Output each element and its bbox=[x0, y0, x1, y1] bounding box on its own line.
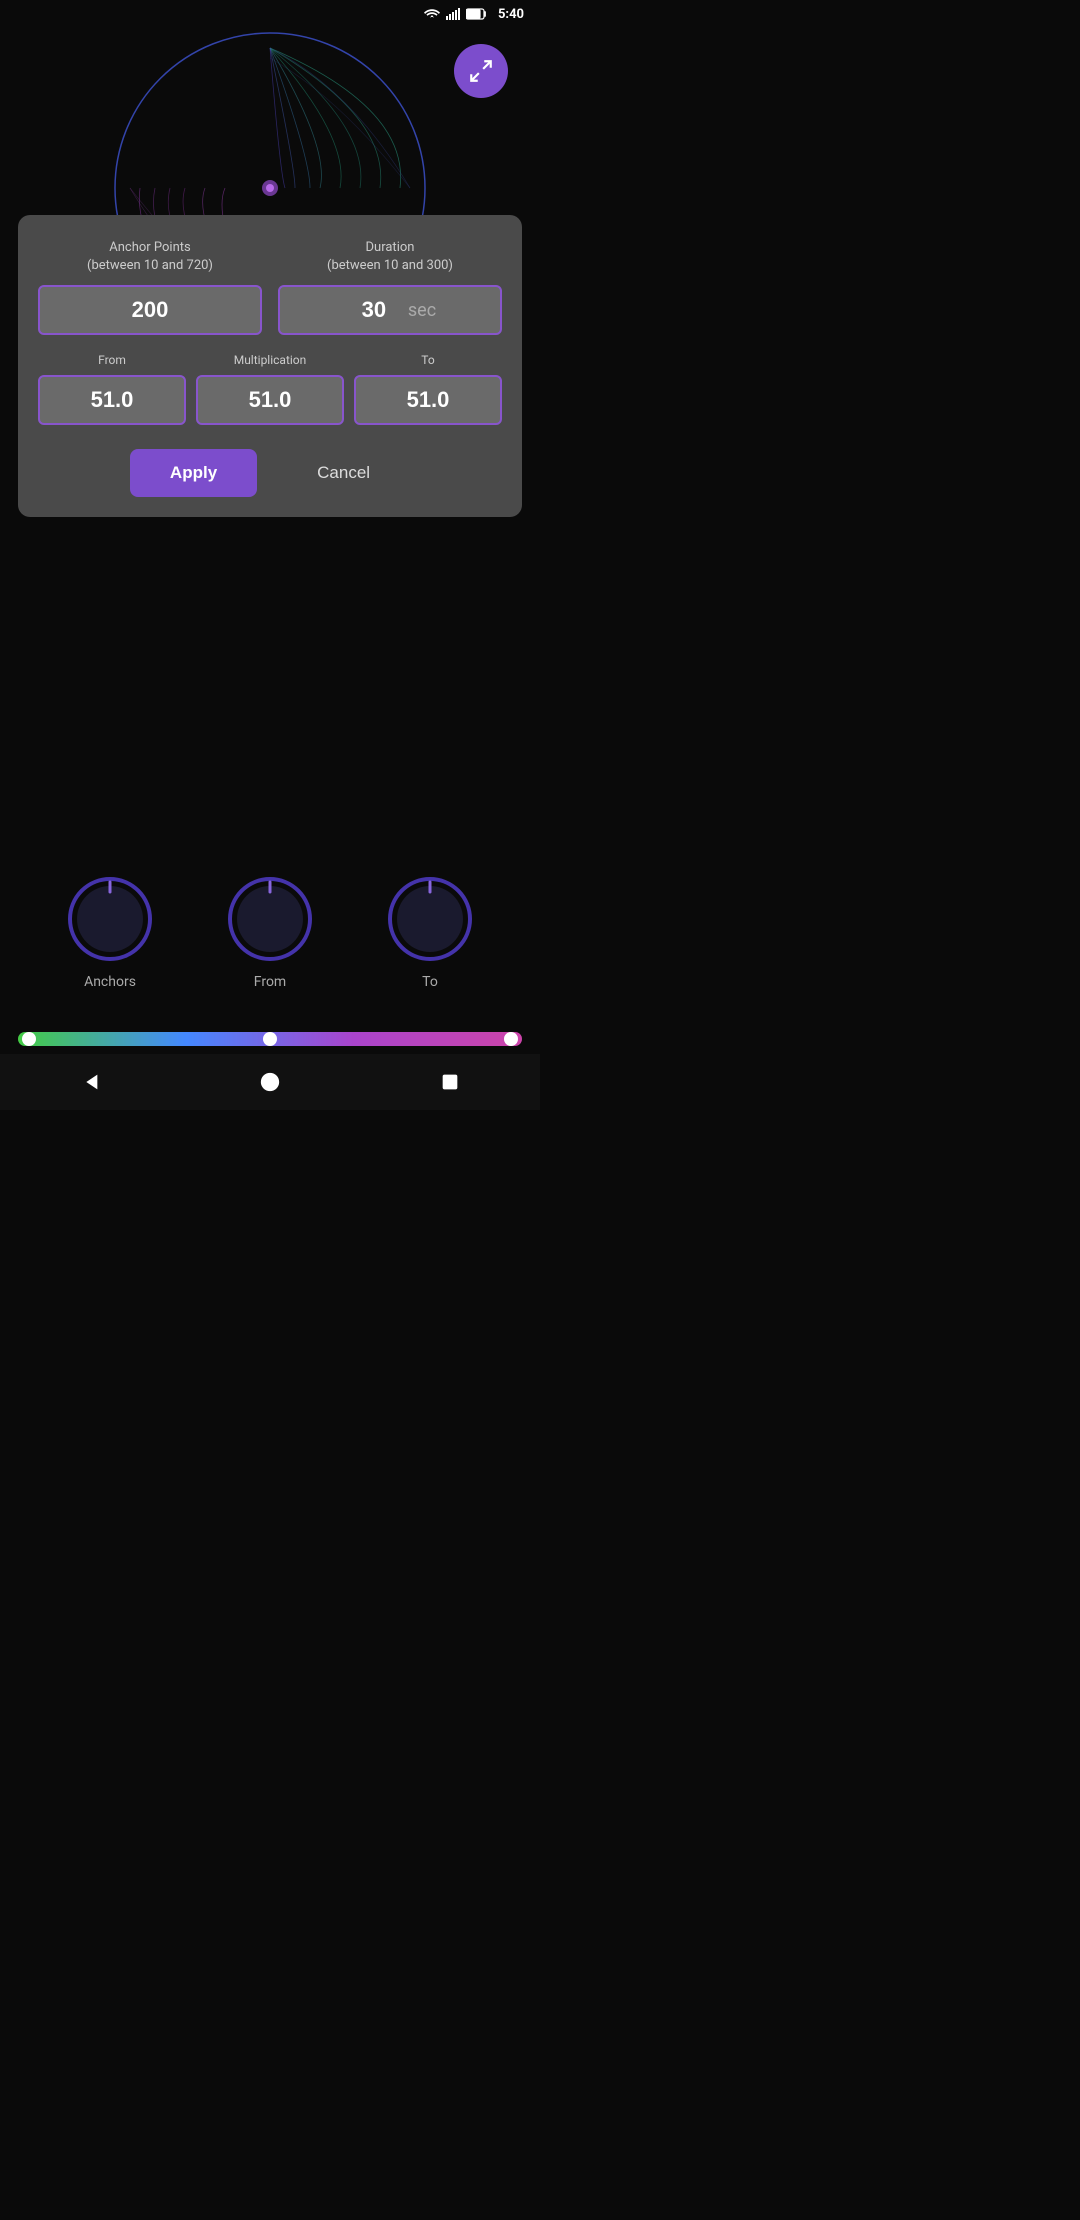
cancel-button[interactable]: Cancel bbox=[277, 449, 410, 497]
anchor-points-label: Anchor Points (between 10 and 720) bbox=[87, 239, 213, 275]
duration-input-container: sec bbox=[278, 285, 502, 335]
multiplication-col: Multiplication bbox=[196, 353, 344, 425]
apply-button[interactable]: Apply bbox=[130, 449, 257, 497]
modal-row-1: Anchor Points (between 10 and 720) Durat… bbox=[38, 239, 502, 335]
knobs-section: Anchors From To bbox=[0, 874, 540, 990]
from-knob-label: From bbox=[254, 974, 286, 990]
home-button[interactable] bbox=[239, 1063, 301, 1101]
back-icon bbox=[79, 1071, 101, 1093]
to-col: To bbox=[354, 353, 502, 425]
settings-modal: Anchor Points (between 10 and 720) Durat… bbox=[18, 215, 522, 517]
signal-icon bbox=[446, 8, 460, 20]
multiplication-input[interactable] bbox=[196, 375, 344, 425]
anchors-knob-label: Anchors bbox=[84, 974, 136, 990]
duration-label: Duration (between 10 and 300) bbox=[327, 239, 453, 275]
from-input[interactable] bbox=[38, 375, 186, 425]
back-button[interactable] bbox=[59, 1063, 121, 1101]
from-label: From bbox=[98, 353, 126, 367]
status-bar: 5:40 bbox=[0, 0, 540, 28]
slider-dot-center bbox=[263, 1032, 277, 1046]
from-col: From bbox=[38, 353, 186, 425]
modal-buttons: Apply Cancel bbox=[38, 449, 502, 497]
duration-input[interactable] bbox=[344, 297, 404, 323]
to-knob-item: To bbox=[385, 874, 475, 990]
anchor-points-input[interactable] bbox=[38, 285, 262, 335]
recents-button[interactable] bbox=[419, 1063, 481, 1101]
slider-dot-right bbox=[504, 1032, 518, 1046]
slider-dot-left bbox=[22, 1032, 36, 1046]
from-knob[interactable] bbox=[225, 874, 315, 964]
home-icon bbox=[259, 1071, 281, 1093]
status-bar-icons: 5:40 bbox=[424, 7, 524, 22]
battery-icon bbox=[466, 8, 488, 20]
to-knob-label: To bbox=[422, 974, 438, 990]
duration-col: Duration (between 10 and 300) sec bbox=[278, 239, 502, 335]
wifi-icon bbox=[424, 8, 440, 20]
modal-row-2: From Multiplication To bbox=[38, 353, 502, 425]
to-knob[interactable] bbox=[385, 874, 475, 964]
expand-button[interactable] bbox=[454, 44, 508, 98]
from-knob-item: From bbox=[225, 874, 315, 990]
recents-icon bbox=[439, 1071, 461, 1093]
anchors-knob-item: Anchors bbox=[65, 874, 155, 990]
to-input[interactable] bbox=[354, 375, 502, 425]
expand-icon bbox=[468, 58, 494, 84]
to-label: To bbox=[421, 353, 434, 367]
duration-unit: sec bbox=[408, 300, 436, 321]
time-display: 5:40 bbox=[498, 7, 524, 22]
gradient-slider[interactable] bbox=[18, 1032, 522, 1046]
multiplication-label: Multiplication bbox=[234, 353, 307, 367]
anchors-knob[interactable] bbox=[65, 874, 155, 964]
nav-bar bbox=[0, 1054, 540, 1110]
anchor-points-col: Anchor Points (between 10 and 720) bbox=[38, 239, 262, 335]
